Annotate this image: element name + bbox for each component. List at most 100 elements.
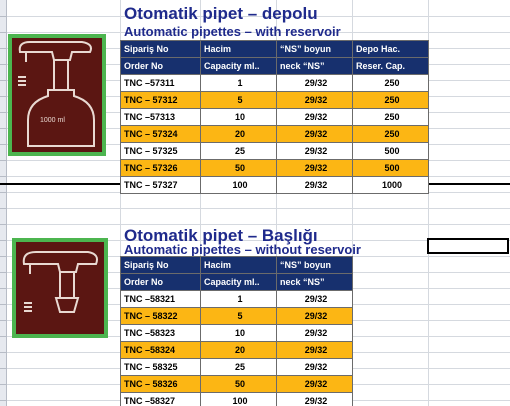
row-number-divider	[0, 400, 6, 401]
code-cell[interactable]: TNC –57313	[120, 108, 201, 126]
code-cell[interactable]: TNC – 57327	[120, 176, 201, 194]
table-row: TNC – 58326 50 29/32	[120, 375, 353, 393]
capacity-cell[interactable]: 10	[200, 324, 277, 342]
capacity-cell[interactable]: 5	[200, 307, 277, 325]
code-cell[interactable]: TNC – 57326	[120, 159, 201, 177]
section2-subtitle: Automatic pipettes – without reservoir	[124, 242, 361, 257]
capacity-cell[interactable]: 5	[200, 91, 277, 109]
reservoir-cell[interactable]: 250	[352, 74, 429, 92]
grid-row-line	[6, 224, 510, 225]
section1-table: Sipariş No Hacim “NS” boyun Depo Hac. Order …	[120, 40, 429, 194]
capacity-cell[interactable]: 1	[200, 74, 277, 92]
code-cell[interactable]: TNC – 58326	[120, 375, 201, 393]
code-cell[interactable]: TNC –58324	[120, 341, 201, 359]
code-cell[interactable]: TNC – 57312	[120, 91, 201, 109]
row-number-divider	[0, 368, 6, 369]
capacity-cell[interactable]: 10	[200, 108, 277, 126]
neck-cell[interactable]: 29/32	[276, 74, 353, 92]
reservoir-cell[interactable]: 250	[352, 91, 429, 109]
row-header-strip[interactable]	[0, 0, 7, 406]
selected-cell[interactable]	[427, 238, 509, 254]
column-header[interactable]: Sipariş No	[120, 256, 201, 274]
capacity-cell[interactable]: 20	[200, 125, 277, 143]
code-cell[interactable]: TNC –58323	[120, 324, 201, 342]
reservoir-cell[interactable]: 500	[352, 142, 429, 160]
table-header-row: Sipariş No Hacim “NS” boyun Depo Hac.	[120, 40, 429, 58]
column-header[interactable]: “NS” boyun	[276, 256, 353, 274]
neck-cell[interactable]: 29/32	[276, 358, 353, 376]
column-header[interactable]: neck “NS”	[276, 57, 353, 75]
row-number-divider	[0, 208, 6, 209]
capacity-cell[interactable]: 20	[200, 341, 277, 359]
table-row: TNC – 57326 50 29/32 500	[120, 159, 429, 177]
table-row: TNC – 57312 5 29/32 250	[120, 91, 429, 109]
code-cell[interactable]: TNC –58327	[120, 392, 201, 406]
row-number-divider	[0, 304, 6, 305]
section2-table: Sipariş No Hacim “NS” boyun Order No Capacit…	[120, 256, 353, 406]
section1-title: Otomatik pipet – depolu	[124, 4, 318, 23]
reservoir-volume-label: 1000 ml	[40, 117, 65, 124]
neck-cell[interactable]: 29/32	[276, 392, 353, 406]
reservoir-cell[interactable]: 1000	[352, 176, 429, 194]
code-cell[interactable]: TNC –58321	[120, 290, 201, 308]
column-header[interactable]: Sipariş No	[120, 40, 201, 58]
column-header[interactable]: Hacim	[200, 40, 277, 58]
pipette-without-reservoir-image[interactable]	[12, 238, 108, 338]
capacity-cell[interactable]: 50	[200, 375, 277, 393]
capacity-cell[interactable]: 25	[200, 142, 277, 160]
row-number-divider	[0, 32, 6, 33]
neck-cell[interactable]: 29/32	[276, 91, 353, 109]
code-cell[interactable]: TNC – 58325	[120, 358, 201, 376]
row-number-divider	[0, 320, 6, 321]
row-number-divider	[0, 16, 6, 17]
column-header[interactable]: Depo Hac.	[352, 40, 429, 58]
column-header[interactable]: Order No	[120, 57, 201, 75]
reservoir-cell[interactable]: 500	[352, 159, 429, 177]
code-cell[interactable]: TNC – 57324	[120, 125, 201, 143]
neck-cell[interactable]: 29/32	[276, 176, 353, 194]
neck-cell[interactable]: 29/32	[276, 341, 353, 359]
column-header[interactable]: Order No	[120, 273, 201, 291]
table-row: TNC – 58322 5 29/32	[120, 307, 353, 325]
column-header[interactable]: Capacity ml..	[200, 57, 277, 75]
table-header-row: Order No Capacity ml.. neck “NS” Reser. Cap…	[120, 57, 429, 75]
neck-cell[interactable]: 29/32	[276, 307, 353, 325]
pipette-with-reservoir-image[interactable]: 1000 ml	[8, 34, 106, 156]
neck-cell[interactable]: 29/32	[276, 125, 353, 143]
table-row: TNC – 57325 25 29/32 500	[120, 142, 429, 160]
row-number-divider	[0, 80, 6, 81]
column-header[interactable]: Capacity ml..	[200, 273, 277, 291]
neck-cell[interactable]: 29/32	[276, 159, 353, 177]
capacity-cell[interactable]: 25	[200, 358, 277, 376]
row-number-divider	[0, 160, 6, 161]
neck-cell[interactable]: 29/32	[276, 324, 353, 342]
row-number-divider	[0, 288, 6, 289]
capacity-cell[interactable]: 50	[200, 159, 277, 177]
table-row: TNC –58323 10 29/32	[120, 324, 353, 342]
code-cell[interactable]: TNC – 58322	[120, 307, 201, 325]
code-cell[interactable]: TNC –57311	[120, 74, 201, 92]
row-number-divider	[0, 352, 6, 353]
reservoir-cell[interactable]: 250	[352, 125, 429, 143]
neck-cell[interactable]: 29/32	[276, 108, 353, 126]
neck-cell[interactable]: 29/32	[276, 142, 353, 160]
table-row: TNC –58327 100 29/32	[120, 392, 353, 406]
column-header[interactable]: Hacim	[200, 256, 277, 274]
table-row: TNC –57311 1 29/32 250	[120, 74, 429, 92]
table-header-row: Order No Capacity ml.. neck “NS”	[120, 273, 353, 291]
neck-cell[interactable]: 29/32	[276, 375, 353, 393]
row-number-divider	[0, 96, 6, 97]
row-number-divider	[0, 224, 6, 225]
neck-cell[interactable]: 29/32	[276, 290, 353, 308]
capacity-cell[interactable]: 1	[200, 290, 277, 308]
table-row: TNC – 57327 100 29/32 1000	[120, 176, 429, 194]
capacity-cell[interactable]: 100	[200, 392, 277, 406]
column-header[interactable]: Reser. Cap.	[352, 57, 429, 75]
code-cell[interactable]: TNC – 57325	[120, 142, 201, 160]
column-header[interactable]: “NS” boyun	[276, 40, 353, 58]
reservoir-cell[interactable]: 250	[352, 108, 429, 126]
spreadsheet[interactable]: Otomatik pipet – depolu Automatic pipett…	[0, 0, 510, 406]
row-number-divider	[0, 64, 6, 65]
capacity-cell[interactable]: 100	[200, 176, 277, 194]
column-header[interactable]: neck “NS”	[276, 273, 353, 291]
